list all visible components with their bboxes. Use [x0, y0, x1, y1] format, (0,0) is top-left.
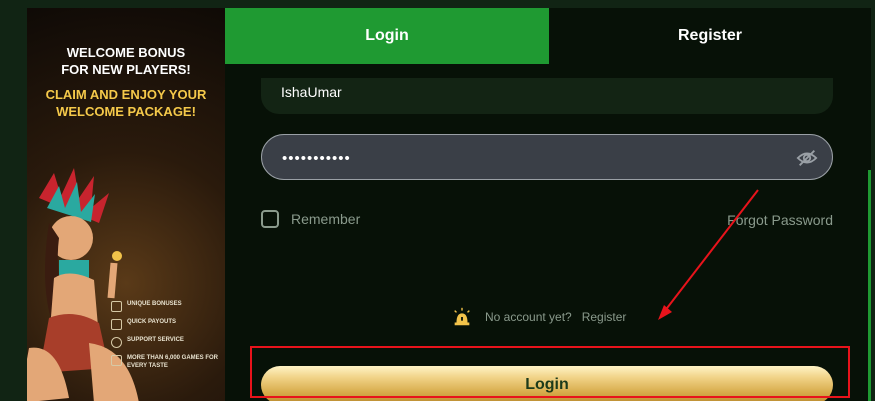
no-account-text: No account yet?	[485, 310, 572, 324]
promo-feature: UNIQUE BONUSES	[111, 300, 223, 312]
password-input[interactable]	[280, 143, 764, 173]
promo-feature-label: MORE THAN 6,000 GAMES FOR EVERY TASTE	[127, 355, 219, 369]
promo-title: WELCOME BONUS FOR NEW PLAYERS!	[27, 44, 225, 78]
tab-login[interactable]: Login	[225, 8, 549, 64]
eye-slash-icon[interactable]	[796, 147, 818, 169]
promo-feature: QUICK PAYOUTS	[111, 318, 223, 330]
promo-features: UNIQUE BONUSES QUICK PAYOUTS SUPPORT SER…	[111, 300, 223, 376]
promo-title-line1: WELCOME BONUS	[66, 45, 186, 60]
remember-label: Remember	[291, 211, 361, 227]
headset-icon	[111, 337, 122, 348]
promo-subtitle: CLAIM AND ENJOY YOUR WELCOME PACKAGE!	[27, 86, 225, 120]
no-account-row: No account yet? Register	[451, 306, 626, 328]
login-modal: WELCOME BONUS FOR NEW PLAYERS! CLAIM AND…	[27, 8, 871, 401]
slots-icon	[111, 355, 122, 366]
annotation-highlight-box	[250, 346, 850, 398]
auth-tabs: Login Register	[225, 8, 871, 64]
promo-subtitle-line2: WELCOME PACKAGE!	[56, 104, 196, 119]
scrollbar[interactable]	[868, 170, 871, 401]
promo-feature-label: UNIQUE BONUSES	[127, 301, 182, 307]
promo-feature: SUPPORT SERVICE	[111, 336, 223, 348]
promo-subtitle-line1: CLAIM AND ENJOY YOUR	[45, 87, 207, 102]
password-field[interactable]	[261, 134, 833, 180]
remember-checkbox-row[interactable]: Remember	[261, 210, 360, 228]
promo-feature-label: SUPPORT SERVICE	[127, 337, 184, 343]
promo-title-line2: FOR NEW PLAYERS!	[61, 62, 191, 77]
remember-checkbox[interactable]	[261, 210, 279, 228]
gift-icon	[111, 301, 122, 312]
promo-feature-label: QUICK PAYOUTS	[127, 319, 177, 325]
forgot-password-link[interactable]: Forgot Password	[727, 212, 833, 228]
username-value: IshaUmar	[281, 84, 342, 100]
payout-icon	[111, 319, 122, 330]
promo-panel: WELCOME BONUS FOR NEW PLAYERS! CLAIM AND…	[27, 8, 225, 401]
username-field[interactable]: IshaUmar	[261, 78, 833, 114]
alarm-light-icon	[454, 307, 470, 326]
promo-feature: MORE THAN 6,000 GAMES FOR EVERY TASTE	[111, 354, 223, 370]
register-link[interactable]: Register	[582, 310, 627, 324]
tab-register[interactable]: Register	[549, 8, 871, 64]
